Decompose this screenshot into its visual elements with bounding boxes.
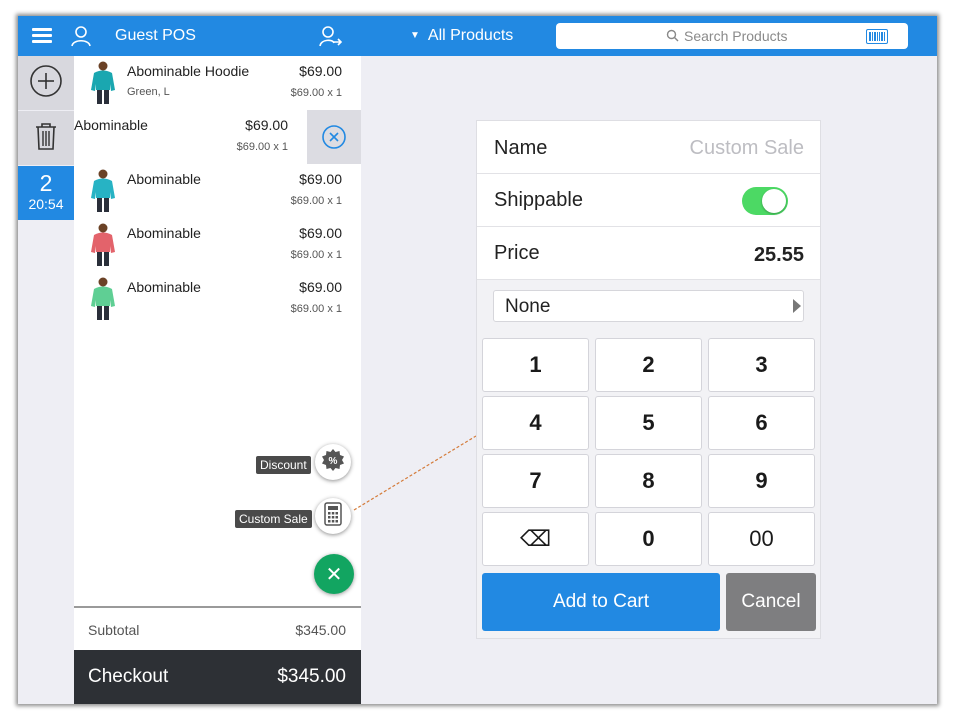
- item-name: Abominable Hoodie: [127, 63, 250, 79]
- item-name: Abominable: [127, 171, 201, 187]
- item-name: Abominable: [127, 225, 201, 241]
- user-icon[interactable]: [70, 25, 92, 52]
- new-order-button[interactable]: [18, 56, 74, 110]
- price-label: Price: [494, 242, 540, 264]
- cart-item[interactable]: Abominable $69.00 $69.00 x 1: [74, 164, 361, 218]
- item-quantity: $69.00 x 1: [290, 303, 342, 315]
- key-3[interactable]: 3: [708, 338, 815, 392]
- tax-class-value: None: [505, 296, 551, 317]
- shippable-label: Shippable: [494, 189, 583, 211]
- price-row: Price 25.55: [477, 227, 820, 280]
- customer-name[interactable]: Guest POS: [115, 27, 196, 45]
- key-7[interactable]: 7: [482, 454, 589, 508]
- add-to-cart-button[interactable]: Add to Cart: [482, 573, 720, 631]
- pos-window: Guest POS ▼ All Products 2: [18, 16, 937, 704]
- active-order-tab[interactable]: 2 20:54: [18, 166, 74, 220]
- close-circle-icon: [322, 125, 346, 149]
- checkout-label: Checkout: [88, 666, 169, 687]
- key-8[interactable]: 8: [595, 454, 702, 508]
- product-thumbnail: [91, 223, 115, 266]
- item-name: Abominable: [74, 117, 148, 133]
- plus-circle-icon: [29, 64, 63, 103]
- order-rail: 2 20:54: [18, 56, 74, 704]
- discount-label[interactable]: Discount: [256, 456, 311, 474]
- search-icon: [666, 29, 679, 47]
- subtotal-label: Subtotal: [88, 622, 140, 638]
- order-number: 2: [39, 170, 53, 196]
- item-price: $69.00: [245, 117, 288, 133]
- key-2[interactable]: 2: [595, 338, 702, 392]
- subtotal-value: $345.00: [295, 622, 346, 638]
- products-filter-label: All Products: [427, 27, 514, 44]
- name-input[interactable]: [644, 135, 804, 161]
- search-box: [556, 23, 908, 49]
- checkout-button[interactable]: Checkout $345.00: [74, 650, 361, 704]
- checkout-total: $345.00: [277, 666, 346, 687]
- tax-class-select[interactable]: None: [493, 290, 804, 322]
- key-9[interactable]: 9: [708, 454, 815, 508]
- key-1[interactable]: 1: [482, 338, 589, 392]
- key-4[interactable]: 4: [482, 396, 589, 450]
- search-input[interactable]: [684, 26, 854, 46]
- item-quantity: $69.00 x 1: [290, 87, 342, 99]
- cart-item[interactable]: Abominable $69.00 $69.00 x 1: [74, 272, 361, 326]
- name-label: Name: [494, 137, 548, 159]
- products-filter-dropdown[interactable]: ▼ All Products: [410, 27, 513, 45]
- shippable-toggle[interactable]: [742, 187, 788, 215]
- item-quantity: $69.00 x 1: [290, 249, 342, 261]
- key-6[interactable]: 6: [708, 396, 815, 450]
- order-time: 20:54: [28, 196, 64, 212]
- close-icon: ✕: [325, 563, 343, 586]
- item-price: $69.00: [299, 171, 342, 187]
- switch-user-icon[interactable]: [319, 25, 343, 52]
- item-name: Abominable: [127, 279, 201, 295]
- shippable-row: Shippable: [477, 174, 820, 227]
- product-thumbnail: [91, 169, 115, 212]
- discount-badge-icon: %: [321, 448, 345, 477]
- item-price: $69.00: [299, 279, 342, 295]
- trash-icon: [34, 121, 58, 156]
- item-price: $69.00: [299, 63, 342, 79]
- close-fab-button[interactable]: ✕: [314, 554, 354, 594]
- item-quantity: $69.00 x 1: [290, 195, 342, 207]
- item-quantity: $69.00 x 1: [236, 141, 288, 153]
- custom-sale-button[interactable]: [315, 498, 351, 534]
- chevron-right-icon: [793, 299, 801, 313]
- custom-sale-panel: Name Shippable Price 25.55 None 123 456 78…: [476, 120, 821, 639]
- key-0[interactable]: 0: [595, 512, 702, 566]
- item-price: $69.00: [299, 225, 342, 241]
- discount-button[interactable]: %: [315, 444, 351, 480]
- cart-item[interactable]: Abominable $69.00 $69.00 x 1: [74, 110, 361, 164]
- cart-item[interactable]: Abominable Hoodie Green, L $69.00 $69.00 x …: [74, 56, 361, 110]
- menu-icon[interactable]: [32, 28, 52, 44]
- tax-row: None: [477, 280, 820, 333]
- subtotal-row: Subtotal $345.00: [74, 606, 361, 650]
- barcode-icon[interactable]: [866, 29, 888, 44]
- name-row: Name: [477, 121, 820, 174]
- caret-down-icon: ▼: [410, 30, 420, 41]
- top-bar: Guest POS ▼ All Products: [18, 16, 937, 56]
- cart-item[interactable]: Abominable $69.00 $69.00 x 1: [74, 218, 361, 272]
- delete-order-button[interactable]: [18, 111, 74, 165]
- product-thumbnail: [91, 277, 115, 320]
- svg-text:%: %: [329, 456, 338, 467]
- key-00[interactable]: 00: [708, 512, 815, 566]
- calculator-icon: [324, 501, 342, 531]
- custom-sale-label[interactable]: Custom Sale: [235, 510, 312, 528]
- remove-item-button[interactable]: [307, 110, 361, 164]
- cancel-button[interactable]: Cancel: [726, 573, 816, 631]
- item-variant: Green, L: [127, 86, 170, 98]
- key-5[interactable]: 5: [595, 396, 702, 450]
- toggle-knob: [762, 189, 786, 213]
- product-thumbnail: [91, 61, 115, 104]
- price-value[interactable]: 25.55: [754, 244, 804, 267]
- backspace-key[interactable]: ⌫: [482, 512, 589, 566]
